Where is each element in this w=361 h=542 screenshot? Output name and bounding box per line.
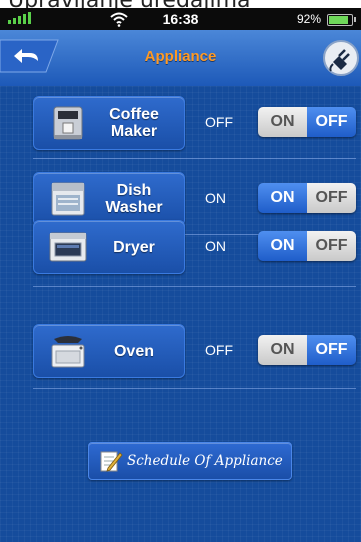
appliance-status: ON bbox=[205, 238, 226, 254]
nav-bar: Appliance bbox=[0, 30, 361, 86]
toggle-off[interactable]: OFF bbox=[307, 183, 356, 213]
battery-percent: 92% bbox=[296, 12, 321, 26]
appliance-label: Oven bbox=[113, 342, 154, 360]
toggle-on[interactable]: ON bbox=[258, 183, 307, 213]
toggle-on[interactable]: ON bbox=[258, 107, 307, 137]
power-toggle[interactable]: ON OFF bbox=[258, 183, 356, 213]
oven-button[interactable]: Oven bbox=[33, 324, 185, 378]
divider bbox=[33, 388, 356, 389]
battery-icon bbox=[327, 14, 356, 26]
status-bar: 16:38 92% bbox=[0, 8, 361, 30]
toggle-off[interactable]: OFF bbox=[307, 231, 356, 261]
appliance-row-dryer: Dryer ON ON OFF bbox=[0, 220, 361, 276]
toggle-on[interactable]: ON bbox=[258, 335, 307, 365]
appliance-status: OFF bbox=[205, 342, 233, 358]
divider bbox=[33, 158, 356, 159]
coffee-machine-icon bbox=[53, 106, 83, 140]
appliance-status: OFF bbox=[205, 114, 233, 130]
power-toggle[interactable]: ON OFF bbox=[258, 335, 356, 365]
dryer-button[interactable]: Dryer bbox=[33, 220, 185, 274]
power-toggle[interactable]: ON OFF bbox=[258, 231, 356, 261]
schedule-of-appliance-button[interactable]: Schedule Of Appliance bbox=[88, 442, 292, 480]
toggle-off[interactable]: OFF bbox=[307, 335, 356, 365]
appliance-list: Coffee Maker OFF ON OFF Dish Washer ON O… bbox=[0, 86, 361, 542]
appliance-label: Dish Washer bbox=[105, 182, 163, 216]
coffee-maker-button[interactable]: Coffee Maker bbox=[33, 96, 185, 150]
dish-washer-button[interactable]: Dish Washer bbox=[33, 172, 185, 226]
schedule-button-label: Schedule Of Appliance bbox=[127, 453, 283, 469]
divider bbox=[33, 286, 356, 287]
dishwasher-icon bbox=[51, 182, 85, 216]
toggle-on[interactable]: ON bbox=[258, 231, 307, 261]
appliance-label: Dryer bbox=[113, 238, 155, 256]
power-toggle[interactable]: ON OFF bbox=[258, 107, 356, 137]
toggle-off[interactable]: OFF bbox=[307, 107, 356, 137]
appliance-status: ON bbox=[205, 190, 226, 206]
appliance-row-coffee-maker: Coffee Maker OFF ON OFF bbox=[0, 96, 361, 152]
page-title: Appliance bbox=[144, 48, 217, 65]
oven-icon bbox=[51, 336, 85, 368]
dryer-icon bbox=[49, 232, 87, 262]
appliance-label: Coffee Maker bbox=[109, 106, 159, 140]
schedule-icon bbox=[100, 451, 123, 472]
appliance-row-oven: Oven OFF ON OFF bbox=[0, 324, 361, 380]
app-screen: Upravljanje uređajima 16:38 92% Applianc… bbox=[0, 0, 361, 542]
plug-button[interactable] bbox=[321, 38, 361, 78]
